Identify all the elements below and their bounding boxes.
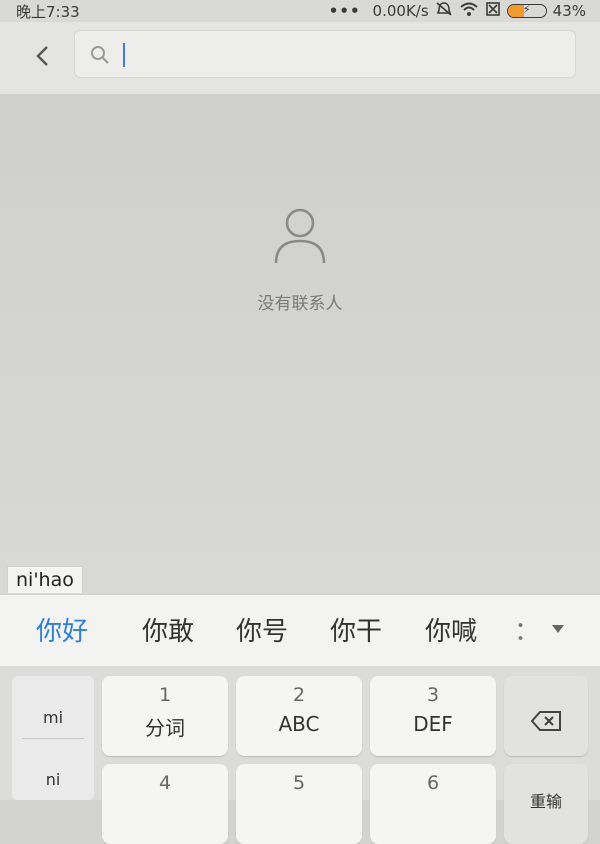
candidate-3[interactable]: 你干	[330, 611, 382, 648]
empty-state-message: 没有联系人	[257, 294, 343, 314]
back-button[interactable]	[24, 38, 60, 74]
search-header	[0, 22, 600, 95]
key-4[interactable]: 4	[102, 764, 228, 844]
backspace-icon	[530, 711, 561, 731]
wifi-icon	[459, 1, 479, 21]
battery-icon: ⚡	[506, 4, 547, 18]
key-2[interactable]: 2 ABC	[236, 676, 362, 756]
candidate-4[interactable]: 你喊	[425, 611, 477, 648]
syllable-item-mi[interactable]: mi	[12, 708, 94, 727]
candidate-more[interactable]: ：	[514, 611, 540, 648]
delete-key[interactable]	[504, 676, 588, 756]
battery-fill	[507, 5, 524, 17]
chevron-down-icon[interactable]	[550, 623, 566, 635]
no-sim-icon	[485, 1, 501, 21]
pinyin-syllable-list: mi ni	[12, 676, 94, 800]
alarm-off-icon	[435, 1, 453, 21]
status-right-group: ••• 0.00K/s ⚡ 43%	[329, 0, 586, 22]
key-1[interactable]: 1 分词	[102, 676, 228, 756]
status-bar: 晚上7:33 ••• 0.00K/s ⚡ 43%	[0, 0, 600, 22]
search-box[interactable]	[74, 30, 576, 78]
key-label: DEF	[413, 712, 453, 736]
network-speed: 0.00K/s	[372, 2, 429, 20]
key-number: 4	[158, 772, 172, 794]
key-number: 3	[426, 684, 440, 706]
key-label: ABC	[278, 712, 320, 736]
ime-candidate-bar: 你好 你敢 你号 你干 你喊 ：	[0, 594, 600, 667]
key-3[interactable]: 3 DEF	[370, 676, 496, 756]
key-number: 1	[158, 684, 172, 706]
divider	[22, 738, 84, 739]
key-6[interactable]: 6	[370, 764, 496, 844]
candidate-1[interactable]: 你敢	[142, 611, 194, 648]
key-number: 2	[292, 684, 306, 706]
search-input[interactable]	[121, 37, 555, 73]
candidate-0[interactable]: 你好	[36, 611, 88, 648]
candidate-2[interactable]: 你号	[236, 611, 288, 648]
reenter-key[interactable]: 重输	[504, 764, 588, 844]
status-time: 晚上7:33	[16, 3, 80, 21]
ime-composing-text: ni'hao	[7, 566, 83, 593]
key-number: 5	[292, 772, 306, 794]
syllable-item-ni[interactable]: ni	[12, 770, 94, 789]
charging-bolt-icon: ⚡	[522, 4, 531, 16]
notification-dots: •••	[328, 2, 361, 20]
key-5[interactable]: 5	[236, 764, 362, 844]
person-icon	[274, 208, 326, 264]
battery-percent: 43%	[552, 2, 586, 20]
key-number: 6	[426, 772, 440, 794]
text-cursor	[123, 43, 125, 67]
search-icon	[91, 46, 109, 64]
ime-keyboard: mi ni 1 分词 2 ABC 3 DEF 4 5 6 重输	[0, 666, 600, 844]
key-label: 分词	[145, 716, 185, 740]
key-label: 重输	[529, 792, 562, 811]
chevron-left-icon	[36, 46, 48, 66]
contact-results: 没有联系人	[0, 95, 600, 595]
